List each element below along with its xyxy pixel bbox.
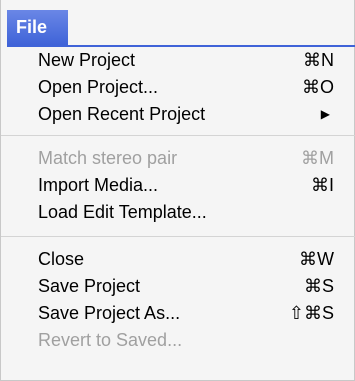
menu-item-open-project[interactable]: Open Project... ⌘O xyxy=(1,74,355,101)
submenu-arrow-icon: ▶ xyxy=(320,107,330,121)
menu-item-shortcut: ⌘N xyxy=(303,50,334,70)
menu-item-import-media[interactable]: Import Media... ⌘I xyxy=(1,172,355,199)
menu-item-label: Match stereo pair xyxy=(38,148,178,168)
menu-item-save-project-as[interactable]: Save Project As... ⇧⌘S xyxy=(1,300,355,327)
menu-item-save-project[interactable]: Save Project ⌘S xyxy=(1,273,355,300)
menu-separator xyxy=(1,135,355,136)
menu-item-label: Open Project... xyxy=(38,77,159,97)
menu-item-new-project[interactable]: New Project ⌘N xyxy=(1,47,355,74)
menu-item-label: Load Edit Template... xyxy=(38,202,207,222)
menu-item-match-stereo-pair: Match stereo pair ⌘M xyxy=(1,145,355,172)
menu-item-shortcut: ⌘I xyxy=(310,175,334,195)
file-menu: File New Project ⌘N Open Project... ⌘O O… xyxy=(0,0,355,381)
menu-item-label: New Project xyxy=(38,50,136,70)
menu-item-label: Import Media... xyxy=(38,175,159,195)
menu-item-label: Save Project xyxy=(38,276,141,296)
menu-separator xyxy=(1,236,355,237)
menu-item-shortcut: ⌘W xyxy=(299,249,334,269)
menu-item-shortcut: ⌘O xyxy=(301,77,334,97)
menu-item-label: Save Project As... xyxy=(38,303,181,323)
menu-item-shortcut: ⌘M xyxy=(301,148,334,168)
menu-item-close[interactable]: Close ⌘W xyxy=(1,246,355,273)
menu-item-shortcut: ⌘S xyxy=(303,276,334,296)
menu-item-revert-to-saved: Revert to Saved... xyxy=(1,327,355,354)
menu-title-file[interactable]: File xyxy=(7,10,68,45)
menu-item-open-recent-project[interactable]: Open Recent Project ▶ xyxy=(1,101,355,128)
menu-item-shortcut: ⇧⌘S xyxy=(288,303,334,323)
menu-item-label: Revert to Saved... xyxy=(38,330,183,350)
menu-item-load-edit-template[interactable]: Load Edit Template... xyxy=(1,199,355,226)
menu-item-label: Open Recent Project xyxy=(38,104,206,124)
menu-item-label: Close xyxy=(38,249,85,269)
